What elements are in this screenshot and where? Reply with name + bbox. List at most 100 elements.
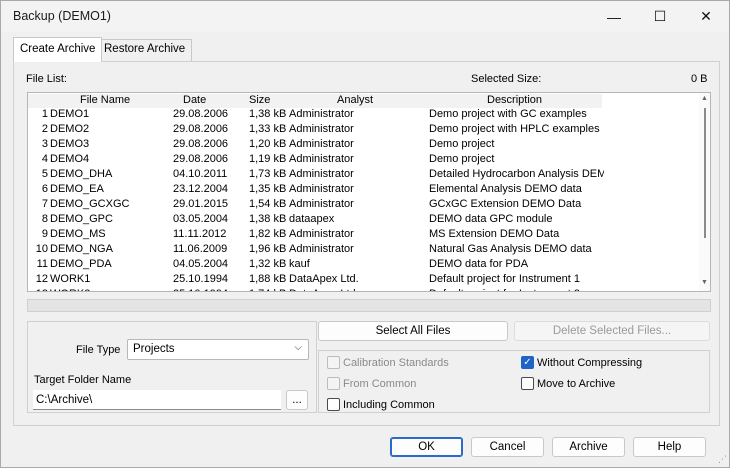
- calibration-standards-checkbox[interactable]: Calibration Standards: [327, 356, 449, 369]
- row-date: 25.10.1994: [173, 273, 229, 285]
- checkbox-icon: [327, 356, 340, 369]
- row-number: 9: [41, 228, 48, 240]
- create-archive-panel: File List: Selected Size: 0 B File Name …: [13, 61, 720, 426]
- row-description: DEMO data for PDA: [429, 258, 529, 270]
- row-description: Detailed Hydrocarbon Analysis DEM: [429, 168, 604, 180]
- file-list-row[interactable]: 12 WORK1 25.10.1994 1,88 kB DataApex Ltd. Def…: [28, 273, 698, 288]
- move-to-archive-checkbox[interactable]: Move to Archive: [521, 377, 615, 390]
- row-size: 1,88 kB: [249, 273, 287, 285]
- file-list-row[interactable]: 9 DEMO_MS 11.11.2012 1,82 kB Administrator MS…: [28, 228, 698, 243]
- file-list-row[interactable]: 2 DEMO2 29.08.2006 1,33 kB Administrator Demo…: [28, 123, 698, 138]
- selected-size-value: 0 B: [691, 73, 708, 85]
- row-analyst: DataApex Ltd.: [289, 273, 359, 285]
- file-list-row[interactable]: 10 DEMO_NGA 11.06.2009 1,96 kB Administrator…: [28, 243, 698, 258]
- row-number: 1: [41, 108, 48, 120]
- row-date: 29.08.2006: [173, 123, 229, 135]
- row-file-name: DEMO_GPC: [50, 213, 113, 225]
- row-analyst: kauf: [289, 258, 310, 270]
- horizontal-scrollbar[interactable]: [27, 299, 711, 312]
- row-date: 29.08.2006: [173, 153, 229, 165]
- row-description: Demo project with HPLC examples: [429, 123, 600, 135]
- target-folder-input[interactable]: [33, 390, 281, 410]
- tab-create-archive[interactable]: Create Archive: [13, 37, 103, 62]
- column-date[interactable]: Date: [183, 94, 206, 106]
- row-description: Default project for Instrument 1: [429, 273, 581, 285]
- help-button[interactable]: Help: [633, 437, 706, 457]
- chevron-down-icon: ⌵: [294, 342, 302, 353]
- scroll-thumb[interactable]: [704, 108, 706, 238]
- without-compressing-label: Without Compressing: [537, 356, 643, 369]
- file-list[interactable]: File Name Date Size Analyst Description …: [27, 92, 711, 292]
- scroll-down-icon[interactable]: ▼: [701, 279, 708, 286]
- row-analyst: Administrator: [289, 168, 354, 180]
- row-number: 8: [41, 213, 48, 225]
- file-list-row[interactable]: 8 DEMO_GPC 03.05.2004 1,38 kB dataapex DEMO d…: [28, 213, 698, 228]
- column-size[interactable]: Size: [249, 94, 270, 106]
- vertical-scrollbar[interactable]: ▲ ▼: [699, 93, 710, 291]
- row-file-name: DEMO4: [50, 153, 90, 165]
- row-file-name: DEMO_EA: [50, 183, 104, 195]
- row-size: 1,38 kB: [249, 213, 287, 225]
- delete-selected-files-button[interactable]: Delete Selected Files...: [514, 321, 710, 341]
- resize-grip-icon[interactable]: ⋰: [718, 454, 727, 465]
- cancel-button[interactable]: Cancel: [471, 437, 544, 457]
- column-file-name[interactable]: File Name: [80, 94, 130, 106]
- row-number: 5: [41, 168, 48, 180]
- row-number: 2: [41, 123, 48, 135]
- row-file-name: DEMO_DHA: [50, 168, 113, 180]
- scroll-up-icon[interactable]: ▲: [701, 95, 708, 102]
- minimize-button[interactable]: —: [591, 1, 637, 32]
- including-common-checkbox[interactable]: Including Common: [327, 398, 435, 411]
- row-size: 1,35 kB: [249, 183, 287, 195]
- file-list-row[interactable]: 6 DEMO_EA 23.12.2004 1,35 kB Administrator El…: [28, 183, 698, 198]
- row-file-name: DEMO_GCXGC: [50, 198, 130, 210]
- without-compressing-checkbox[interactable]: ✓ Without Compressing: [521, 356, 642, 369]
- row-date: 11.11.2012: [173, 228, 227, 240]
- backup-dialog: Backup (DEMO1) — ☐ ✕ Create Archive Rest…: [0, 0, 730, 468]
- from-common-label: From Common: [343, 377, 417, 390]
- row-number: 12: [35, 273, 48, 285]
- file-type-select[interactable]: Projects ⌵: [127, 339, 309, 360]
- file-list-row[interactable]: 7 DEMO_GCXGC 29.01.2015 1,54 kB Administrato…: [28, 198, 698, 213]
- row-file-name: WORK1: [50, 273, 91, 285]
- archive-button[interactable]: Archive: [552, 437, 625, 457]
- row-date: 04.05.2004: [173, 258, 229, 270]
- column-analyst[interactable]: Analyst: [337, 94, 373, 106]
- selected-size-label: Selected Size:: [471, 73, 542, 85]
- file-list-row[interactable]: 5 DEMO_DHA 04.10.2011 1,73 kB Administrator D…: [28, 168, 698, 183]
- tab-restore-archive[interactable]: Restore Archive: [97, 39, 193, 61]
- file-list-row[interactable]: 3 DEMO3 29.08.2006 1,20 kB Administrator Demo…: [28, 138, 698, 153]
- row-file-name: DEMO_NGA: [50, 243, 113, 255]
- file-list-row[interactable]: 11 DEMO_PDA 04.05.2004 1,32 kB kauf DEMO data…: [28, 258, 698, 273]
- file-list-row[interactable]: 13WORK2 25.10.1994 1,74 kBDataApex Ltd. Def…: [28, 288, 698, 291]
- row-analyst: Administrator: [289, 183, 354, 195]
- row-description: MS Extension DEMO Data: [429, 228, 560, 240]
- row-description: GCxGC Extension DEMO Data: [429, 198, 582, 210]
- row-analyst: DataApex Ltd.: [289, 288, 359, 291]
- row-description: DEMO data GPC module: [429, 213, 553, 225]
- checkbox-icon: [521, 377, 534, 390]
- row-size: 1,54 kB: [249, 198, 287, 210]
- file-list-label: File List:: [26, 73, 67, 85]
- select-all-files-button[interactable]: Select All Files: [318, 321, 508, 341]
- row-description: Natural Gas Analysis DEMO data: [429, 243, 592, 255]
- row-analyst: Administrator: [289, 108, 354, 120]
- including-common-label: Including Common: [343, 398, 435, 411]
- row-file-name: DEMO_PDA: [50, 258, 112, 270]
- row-file-name: DEMO3: [50, 138, 90, 150]
- move-to-archive-label: Move to Archive: [537, 377, 616, 390]
- browse-folder-button[interactable]: ...: [286, 390, 308, 410]
- ok-button[interactable]: OK: [390, 437, 463, 457]
- checkmark-icon: ✓: [521, 356, 534, 369]
- maximize-button[interactable]: ☐: [637, 1, 683, 32]
- row-date: 29.01.2015: [173, 198, 229, 210]
- row-size: 1,33 kB: [249, 123, 287, 135]
- column-description[interactable]: Description: [487, 94, 542, 106]
- target-group: File Type Projects ⌵ Target Folder Name …: [27, 321, 317, 413]
- row-date: 03.05.2004: [173, 213, 229, 225]
- from-common-checkbox[interactable]: From Common: [327, 377, 416, 390]
- close-button[interactable]: ✕: [683, 1, 729, 32]
- file-list-row[interactable]: 4 DEMO4 29.08.2006 1,19 kB Administrator Demo…: [28, 153, 698, 168]
- file-list-row[interactable]: 1 DEMO1 29.08.2006 1,38 kB Administrator Demo…: [28, 108, 698, 123]
- file-type-value: Projects: [133, 343, 175, 355]
